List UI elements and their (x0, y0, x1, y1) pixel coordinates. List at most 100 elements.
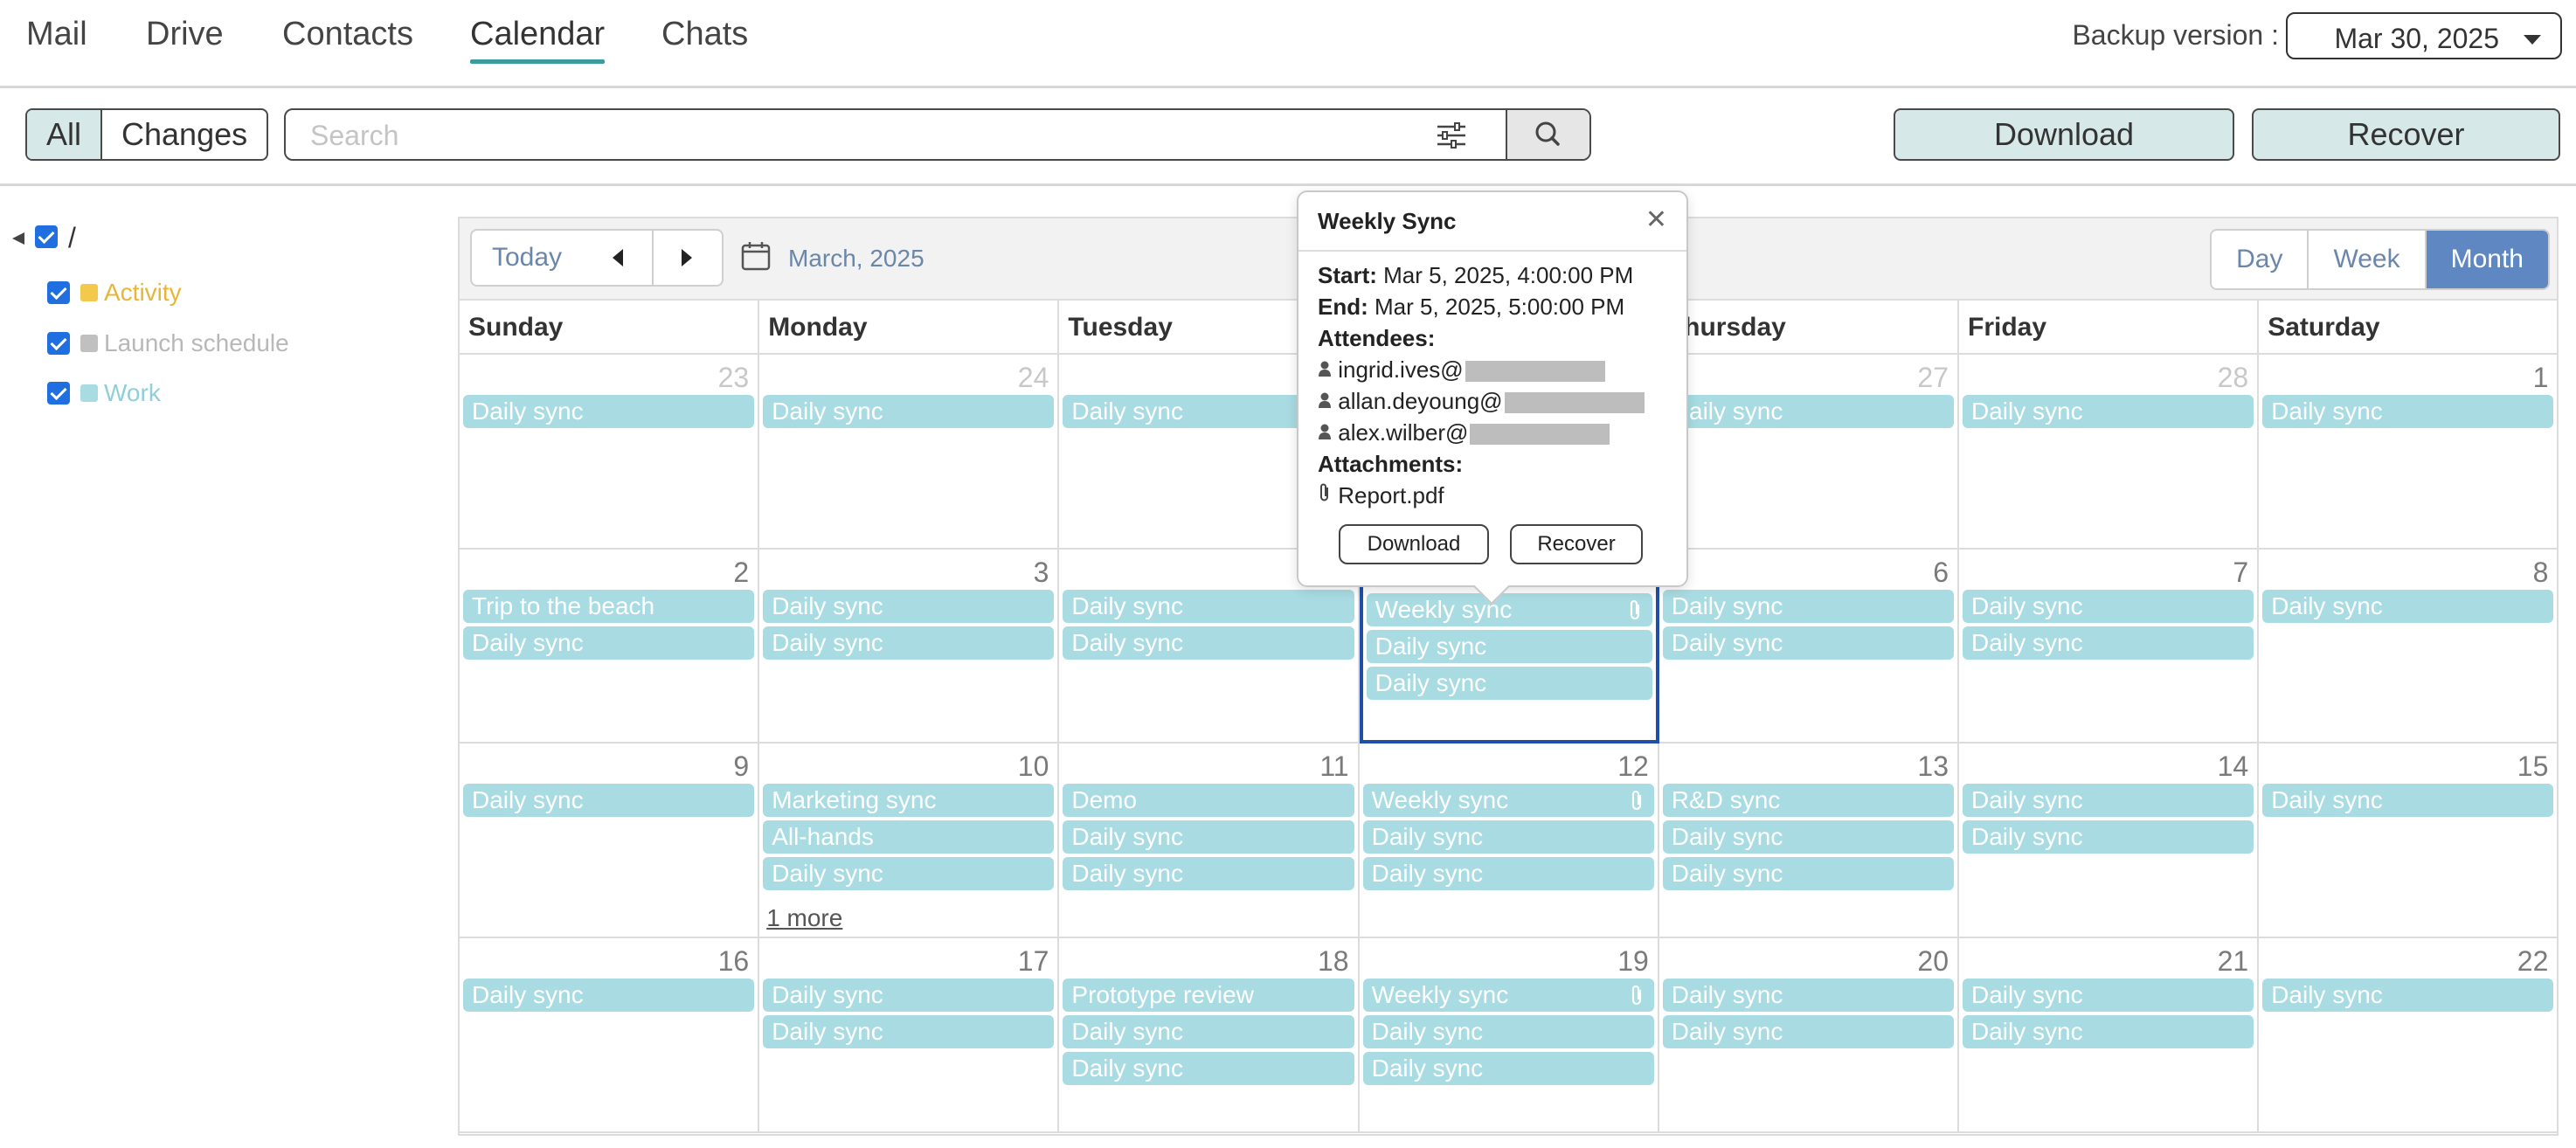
root-checkbox[interactable] (35, 225, 58, 248)
calendar-event[interactable]: Daily sync (763, 857, 1055, 891)
launch-schedule-checkbox[interactable] (47, 332, 70, 355)
calendar-event[interactable]: Daily sync (1362, 857, 1654, 891)
day-cell[interactable]: 27 Daily sync (1658, 355, 1959, 550)
calendar-event[interactable]: Daily sync (1963, 1015, 2254, 1049)
work-checkbox[interactable] (47, 382, 70, 405)
tab-drive[interactable]: Drive (146, 16, 224, 53)
search-input[interactable]: Search (310, 120, 398, 152)
calendar-event[interactable]: Daily sync (1662, 979, 1954, 1013)
calendar-event[interactable]: Daily sync (463, 626, 755, 660)
calendar-event[interactable]: Daily sync (1963, 626, 2254, 660)
popover-recover-button[interactable]: Recover (1510, 524, 1643, 564)
day-cell[interactable]: 1 Daily sync (2259, 355, 2559, 550)
calendar-event[interactable]: Daily sync (2262, 589, 2554, 623)
calendar-event[interactable]: Daily sync (1963, 979, 2254, 1013)
attachment-item[interactable]: Report.pdf (1318, 482, 1444, 509)
day-cell[interactable]: 24 Daily sync (759, 355, 1060, 550)
calendar-event[interactable]: Daily sync (1662, 395, 1954, 428)
changes-toggle[interactable]: Changes (102, 110, 267, 159)
calendar-event[interactable]: All-hands (763, 820, 1055, 854)
day-cell[interactable]: 10 Marketing sync All-hands Daily sync 1 mor… (759, 743, 1060, 939)
day-cell[interactable]: 22 Daily sync (2259, 938, 2559, 1133)
day-cell[interactable]: 9 Daily sync (460, 743, 760, 939)
calendar-event[interactable]: Marketing sync (763, 784, 1055, 818)
calendar-event[interactable]: Daily sync (1362, 1015, 1654, 1049)
calendar-event[interactable]: Weekly sync (1366, 592, 1652, 626)
tab-chats[interactable]: Chats (661, 16, 748, 53)
view-week-button[interactable]: Week (2307, 231, 2425, 288)
collapse-triangle-icon[interactable] (10, 231, 26, 246)
day-cell[interactable]: 20 Daily sync Daily sync (1658, 938, 1959, 1133)
calendar-event[interactable]: Daily sync (463, 395, 755, 428)
calendar-event[interactable]: Daily sync (763, 1015, 1055, 1049)
calendar-event[interactable]: Daily sync (1063, 589, 1354, 623)
day-cell[interactable]: 17 Daily sync Daily sync (759, 938, 1060, 1133)
view-month-button[interactable]: Month (2424, 231, 2548, 288)
previous-month-button[interactable] (582, 229, 654, 287)
calendar-event[interactable]: Daily sync (1662, 626, 1954, 660)
calendar-event[interactable]: Daily sync (763, 626, 1055, 660)
calendar-event[interactable]: Daily sync (763, 395, 1055, 428)
tab-mail[interactable]: Mail (26, 16, 87, 53)
day-cell[interactable]: 19 Weekly sync Daily sync Daily sync (1359, 938, 1659, 1133)
calendar-event[interactable]: Daily sync (1063, 1052, 1354, 1086)
calendar-event[interactable]: Daily sync (463, 784, 755, 818)
search-button[interactable] (1506, 110, 1589, 159)
calendar-event[interactable]: Daily sync (2262, 979, 2554, 1013)
activity-checkbox[interactable] (47, 281, 70, 304)
today-button[interactable]: Today (470, 229, 584, 287)
calendar-event[interactable]: Daily sync (1063, 626, 1354, 660)
view-day-button[interactable]: Day (2212, 231, 2308, 288)
filter-sliders-icon[interactable] (1436, 122, 1467, 149)
calendar-event[interactable]: Daily sync (1362, 820, 1654, 854)
day-cell[interactable]: 16 Daily sync (460, 938, 760, 1133)
download-button[interactable]: Download (1894, 108, 2234, 161)
calendar-event[interactable]: Daily sync (1963, 395, 2254, 428)
day-cell[interactable]: 18 Prototype review Daily sync Daily sync (1059, 938, 1360, 1133)
backup-version-select[interactable]: Mar 30, 2025 (2286, 12, 2562, 59)
day-cell[interactable]: 2 Trip to the beach Daily sync (460, 549, 760, 744)
calendar-event[interactable]: Daily sync (2262, 784, 2554, 818)
all-toggle[interactable]: All (27, 110, 103, 159)
calendar-event[interactable]: Daily sync (1963, 784, 2254, 818)
calendar-label-work[interactable]: Work (104, 379, 161, 407)
calendar-event[interactable]: Daily sync (1366, 666, 1652, 700)
calendar-event[interactable]: R&D sync (1662, 784, 1954, 818)
calendar-label-launch-schedule[interactable]: Launch schedule (104, 329, 289, 357)
day-cell[interactable]: 21 Daily sync Daily sync (1959, 938, 2260, 1133)
day-cell[interactable]: 12 Weekly sync Daily sync Daily sync (1359, 743, 1659, 939)
day-cell[interactable]: 8 Daily sync (2259, 549, 2559, 744)
tab-contacts[interactable]: Contacts (282, 16, 413, 53)
next-month-button[interactable] (652, 229, 724, 287)
more-events-link[interactable]: 1 more (766, 904, 842, 932)
calendar-event[interactable]: Daily sync (763, 589, 1055, 623)
day-cell[interactable]: 6 Daily sync Daily sync (1658, 549, 1959, 744)
popover-download-button[interactable]: Download (1339, 524, 1489, 564)
calendar-event[interactable]: Daily sync (2262, 395, 2554, 428)
calendar-event[interactable]: Demo (1063, 784, 1354, 818)
recover-button[interactable]: Recover (2252, 108, 2560, 161)
day-cell[interactable]: 28 Daily sync (1959, 355, 2260, 550)
calendar-event[interactable]: Daily sync (1662, 857, 1954, 891)
calendar-event[interactable]: Daily sync (763, 979, 1055, 1013)
day-cell[interactable]: 15 Daily sync (2259, 743, 2559, 939)
calendar-event[interactable]: Daily sync (1963, 820, 2254, 854)
calendar-event[interactable]: Daily sync (1366, 629, 1652, 663)
calendar-event[interactable]: Trip to the beach (463, 589, 755, 623)
calendar-event[interactable]: Prototype review (1063, 979, 1354, 1013)
calendar-event[interactable]: Daily sync (1662, 1015, 1954, 1049)
calendar-icon[interactable] (741, 241, 771, 271)
day-cell[interactable]: 3 Daily sync Daily sync (759, 549, 1060, 744)
tab-calendar[interactable]: Calendar (470, 16, 606, 64)
close-icon[interactable]: ✕ (1645, 204, 1667, 235)
calendar-event[interactable]: Daily sync (1063, 857, 1354, 891)
calendar-event[interactable]: Daily sync (463, 979, 755, 1013)
day-cell[interactable]: 7 Daily sync Daily sync (1959, 549, 2260, 744)
day-cell[interactable]: 23 Daily sync (460, 355, 760, 550)
calendar-label-activity[interactable]: Activity (104, 279, 182, 307)
day-cell[interactable]: 14 Daily sync Daily sync (1959, 743, 2260, 939)
calendar-event[interactable]: Daily sync (1063, 820, 1354, 854)
calendar-event[interactable]: Daily sync (1063, 1015, 1354, 1049)
calendar-event[interactable]: Weekly sync (1362, 784, 1654, 818)
day-cell[interactable]: 11 Demo Daily sync Daily sync (1059, 743, 1360, 939)
